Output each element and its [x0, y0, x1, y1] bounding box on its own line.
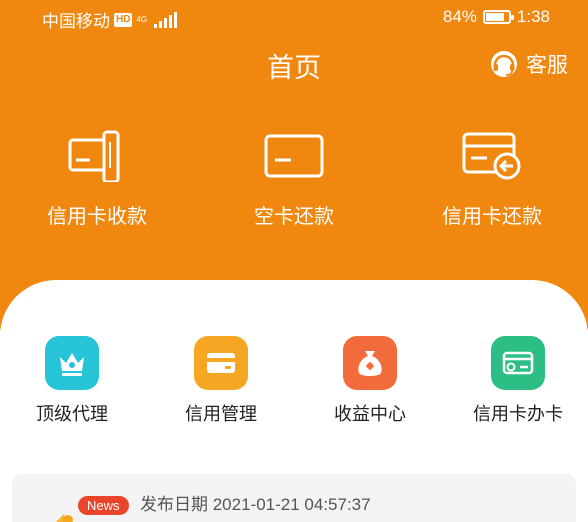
action-label: 信用卡收款 [47, 206, 147, 228]
crown-icon [45, 336, 99, 390]
menu-item-credit-manage[interactable]: 信用管理 [146, 336, 296, 426]
menu-item-apply-card[interactable]: 信用卡办卡 [443, 336, 588, 426]
battery-icon [482, 10, 514, 24]
menu-label: 收益中心 [334, 404, 406, 424]
card-icon [264, 134, 324, 178]
customer-service-button[interactable]: 客服 [488, 48, 568, 80]
battery-percent: 84% [442, 7, 477, 26]
card-apply-icon [491, 336, 545, 390]
credit-card-repay-button[interactable]: 信用卡还款 [412, 128, 572, 229]
menu-item-top-agent[interactable]: 顶级代理 [0, 336, 147, 426]
action-label: 信用卡还款 [442, 206, 542, 228]
news-banner[interactable]: News 发布日期 2021-01-21 04:57:37 [12, 474, 576, 522]
customer-service-label: 客服 [526, 54, 568, 77]
carrier-info: 中国移动 HD 4G [42, 7, 178, 32]
announcement-icon [56, 514, 73, 522]
money-bag-icon [343, 336, 397, 390]
card-manage-icon [194, 336, 248, 390]
menu-label: 信用卡办卡 [473, 404, 563, 424]
status-right: 84% 1:38 [443, 7, 550, 27]
menu-label: 顶级代理 [36, 404, 108, 424]
card-swipe-icon [68, 130, 120, 182]
carrier-name: 中国移动 [42, 12, 110, 31]
status-bar: 中国移动 HD 4G 84% 1:38 [0, 0, 588, 36]
action-label: 空卡还款 [254, 206, 334, 228]
credit-card-collect-button[interactable]: 信用卡收款 [17, 128, 177, 229]
signal-icon [154, 11, 178, 28]
news-date: 发布日期 2021-01-21 04:57:37 [140, 495, 371, 514]
network-label: 4G [136, 14, 148, 24]
empty-card-repay-button[interactable]: 空卡还款 [214, 128, 374, 229]
menu-label: 信用管理 [185, 404, 257, 424]
hd-badge: HD [114, 12, 133, 27]
headset-icon [491, 51, 517, 77]
clock: 1:38 [516, 7, 550, 26]
menu-item-income-center[interactable]: 收益中心 [295, 336, 445, 426]
news-badge: News [78, 496, 129, 515]
card-repay-icon [462, 132, 521, 180]
